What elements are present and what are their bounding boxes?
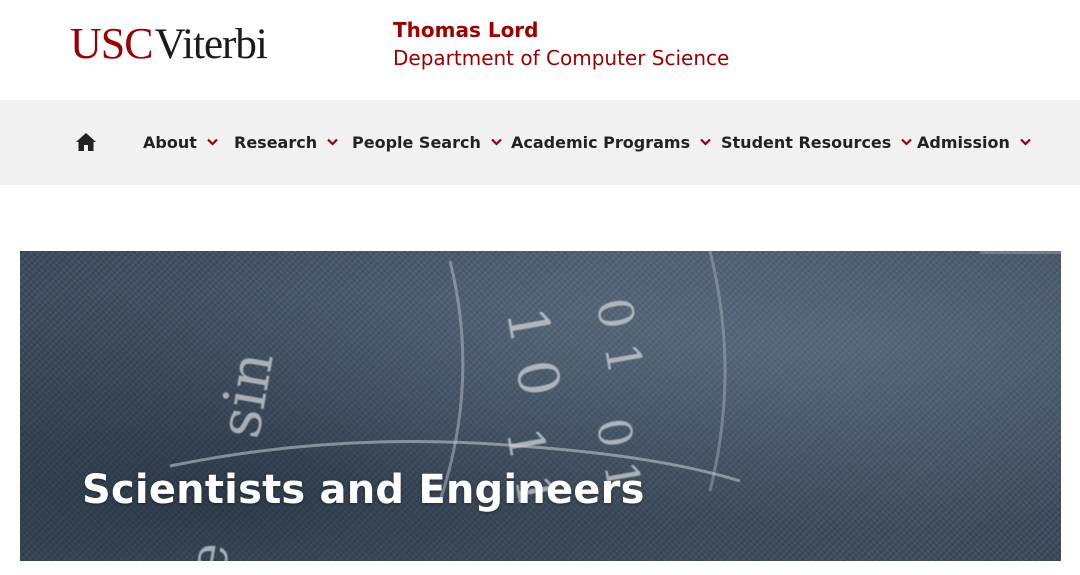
logo-usc-text: USC (70, 19, 154, 68)
svg-text:0 1: 0 1 (585, 294, 653, 379)
nav-item-label: About (143, 132, 197, 152)
nav-item-label: Academic Programs (511, 132, 691, 152)
hero-title: Scientists and Engineers (82, 467, 645, 513)
home-icon[interactable] (75, 131, 97, 153)
department-title[interactable]: Thomas Lord Department of Computer Scien… (393, 17, 729, 73)
nav-item-admission[interactable]: Admission (917, 131, 1031, 153)
chevron-down-icon (327, 138, 338, 146)
svg-text:e: e (175, 537, 243, 561)
department-name: Thomas Lord (393, 18, 539, 42)
nav-item-research[interactable]: Research (234, 131, 338, 153)
usc-viterbi-logo[interactable]: USC Viterbi (70, 19, 268, 68)
chevron-down-icon (700, 138, 711, 146)
nav-item-student-resources[interactable]: Student Resources (721, 131, 913, 153)
department-subtitle: Department of Computer Science (393, 46, 730, 70)
nav-item-people-search[interactable]: People Search (352, 131, 502, 153)
chevron-down-icon (207, 138, 218, 146)
nav-item-label: Admission (917, 132, 1010, 152)
nav-item-label: Research (234, 132, 318, 152)
logo-viterbi-text: Viterbi (154, 21, 268, 68)
svg-text:sin: sin (205, 347, 287, 443)
chevron-down-icon (491, 138, 502, 146)
chevron-down-icon (901, 138, 913, 146)
svg-text:1 0: 1 0 (493, 302, 572, 401)
site-header: USC Viterbi Thomas Lord Department of Co… (0, 0, 1080, 100)
nav-item-about[interactable]: About (143, 131, 218, 153)
nav-item-label: People Search (352, 132, 481, 152)
hero-banner: sin 1 0 0 1 1 1 0 1 e Scientists and Eng… (20, 251, 1061, 561)
nav-item-label: Student Resources (721, 132, 892, 152)
nav-item-academic-programs[interactable]: Academic Programs (511, 131, 711, 153)
main-navigation: About Research People Search Academic Pr… (0, 100, 1080, 185)
chevron-down-icon (1020, 138, 1031, 146)
hero-background-image: sin 1 0 0 1 1 1 0 1 e (169, 251, 1061, 561)
